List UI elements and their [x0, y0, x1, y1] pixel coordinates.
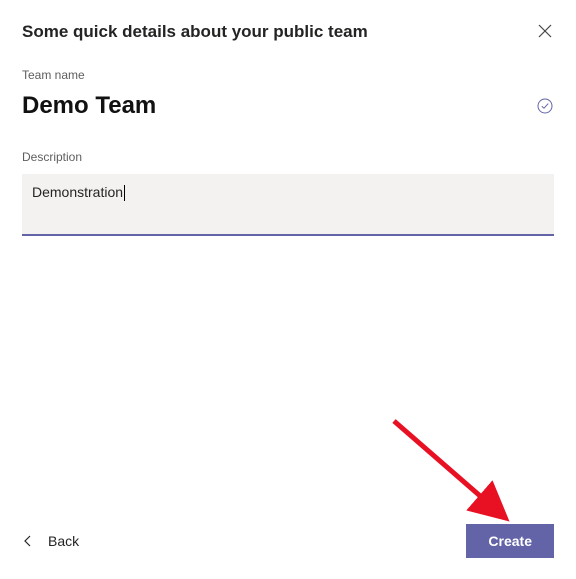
back-label: Back — [48, 533, 79, 549]
back-button[interactable]: Back — [22, 533, 79, 549]
team-name-input[interactable]: Demo Team — [22, 92, 156, 120]
dialog-footer: Back Create — [22, 525, 554, 557]
description-field-wrap: Demonstration — [22, 174, 554, 236]
name-valid-indicator — [536, 97, 554, 115]
description-input[interactable]: Demonstration — [22, 174, 554, 236]
team-name-row: Demo Team — [22, 92, 554, 120]
team-name-label: Team name — [22, 68, 554, 82]
chevron-left-icon — [22, 535, 34, 547]
description-value: Demonstration — [32, 184, 123, 200]
create-team-dialog: Some quick details about your public tea… — [0, 0, 576, 579]
description-label: Description — [22, 150, 554, 164]
dialog-title: Some quick details about your public tea… — [22, 22, 368, 42]
close-button[interactable] — [536, 22, 554, 40]
annotation-arrow — [384, 411, 524, 531]
close-icon — [538, 24, 552, 38]
create-button[interactable]: Create — [466, 524, 554, 558]
text-cursor — [124, 185, 125, 201]
check-circle-icon — [537, 98, 553, 114]
dialog-header: Some quick details about your public tea… — [22, 22, 554, 42]
description-text: Demonstration — [22, 174, 554, 211]
